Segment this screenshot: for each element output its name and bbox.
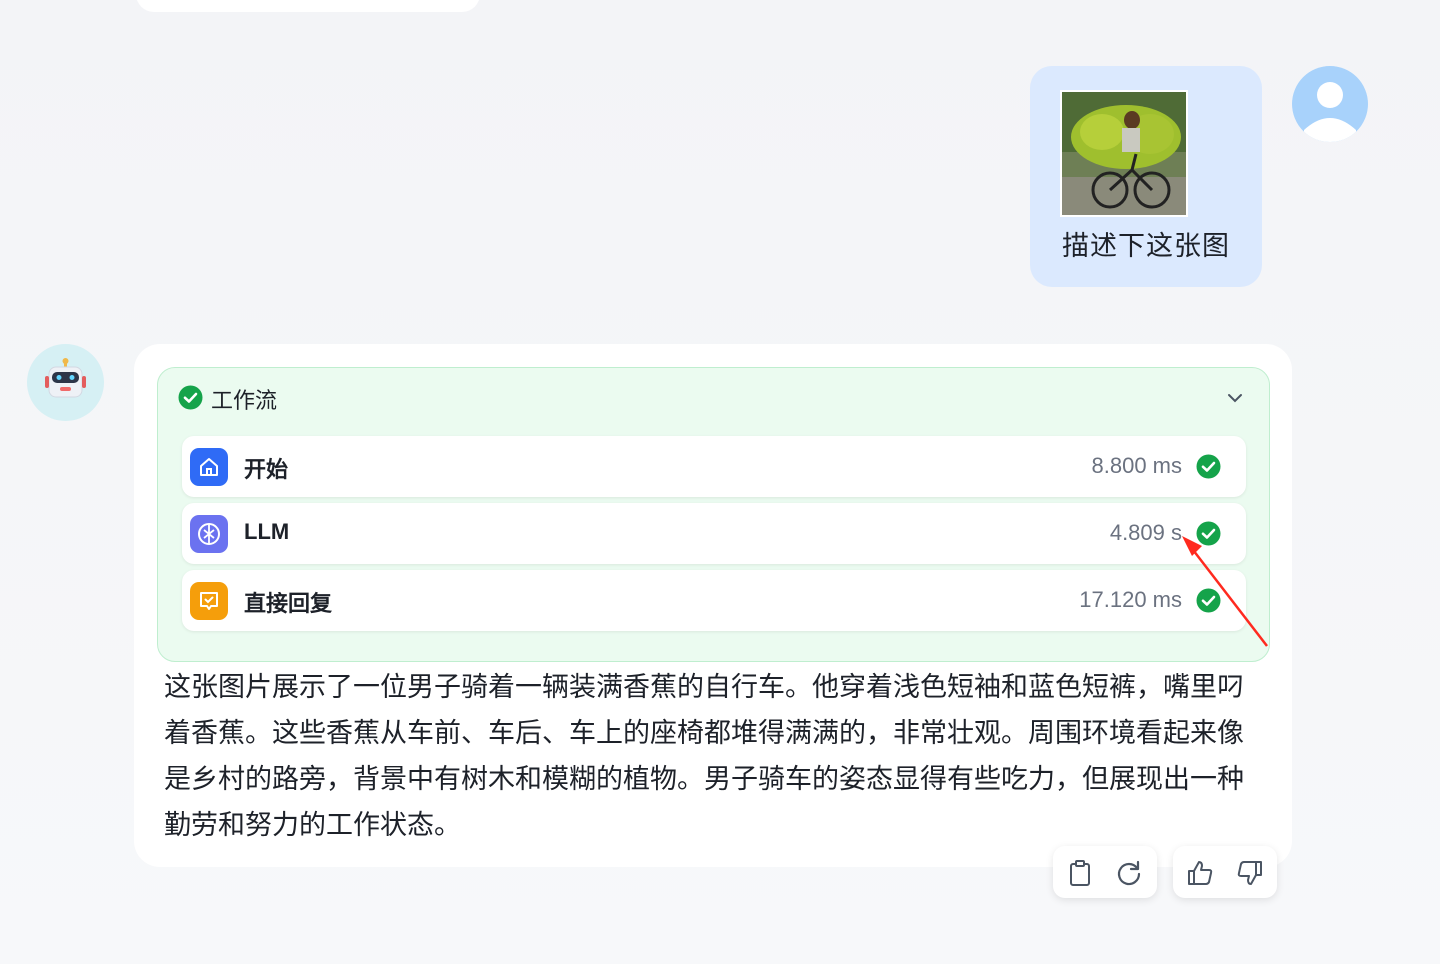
bot-avatar — [27, 344, 104, 421]
robot-icon — [45, 358, 86, 398]
user-message-text: 描述下这张图 — [1062, 231, 1230, 261]
user-message-bubble: 描述下这张图 — [1030, 66, 1262, 287]
thumbs-down-icon — [1237, 861, 1262, 885]
check-circle-icon — [178, 385, 203, 410]
node-label: LLM — [244, 519, 290, 544]
workflow-panel: 工作流 开始 8.800 ms LLM 4.809 s 直接回复 17.120 … — [157, 367, 1270, 662]
check-circle-icon — [1196, 521, 1221, 546]
user-silhouette-icon — [1292, 66, 1368, 142]
photo-man-bicycle-bananas-icon — [1062, 92, 1186, 215]
clipboard-icon — [1070, 860, 1090, 886]
node-label: 直接回复 — [244, 591, 333, 616]
workflow-node-direct-reply[interactable]: 直接回复 17.120 ms — [182, 570, 1246, 631]
check-circle-icon — [1196, 454, 1221, 479]
node-duration: 4.809 s — [1109, 520, 1182, 545]
dislike-button[interactable] — [1235, 858, 1265, 888]
regenerate-button[interactable] — [1114, 858, 1144, 888]
node-duration: 17.120 ms — [1079, 587, 1182, 612]
brain-icon — [190, 515, 228, 553]
copy-button[interactable] — [1065, 858, 1095, 888]
previous-message-stub — [136, 0, 480, 12]
refresh-icon — [1117, 860, 1141, 886]
user-avatar[interactable] — [1292, 66, 1368, 142]
workflow-node-llm[interactable]: LLM 4.809 s — [182, 503, 1246, 564]
check-circle-icon — [1196, 588, 1221, 613]
uploaded-image-thumbnail[interactable] — [1060, 90, 1188, 217]
reply-message-icon — [190, 582, 228, 620]
chevron-down-icon[interactable] — [1225, 388, 1245, 408]
message-actions-feedback — [1173, 846, 1277, 898]
thumbs-up-icon — [1188, 861, 1213, 885]
home-icon — [190, 448, 228, 486]
bot-answer-text: 这张图片展示了一位男子骑着一辆装满香蕉的自行车。他穿着浅色短袖和蓝色短裤，嘴里叼… — [164, 672, 1244, 840]
message-actions-primary — [1053, 846, 1157, 898]
like-button[interactable] — [1185, 858, 1215, 888]
node-label: 开始 — [244, 457, 289, 482]
node-duration: 8.800 ms — [1091, 453, 1183, 478]
workflow-title: 工作流 — [211, 388, 278, 413]
workflow-node-start[interactable]: 开始 8.800 ms — [182, 436, 1246, 497]
